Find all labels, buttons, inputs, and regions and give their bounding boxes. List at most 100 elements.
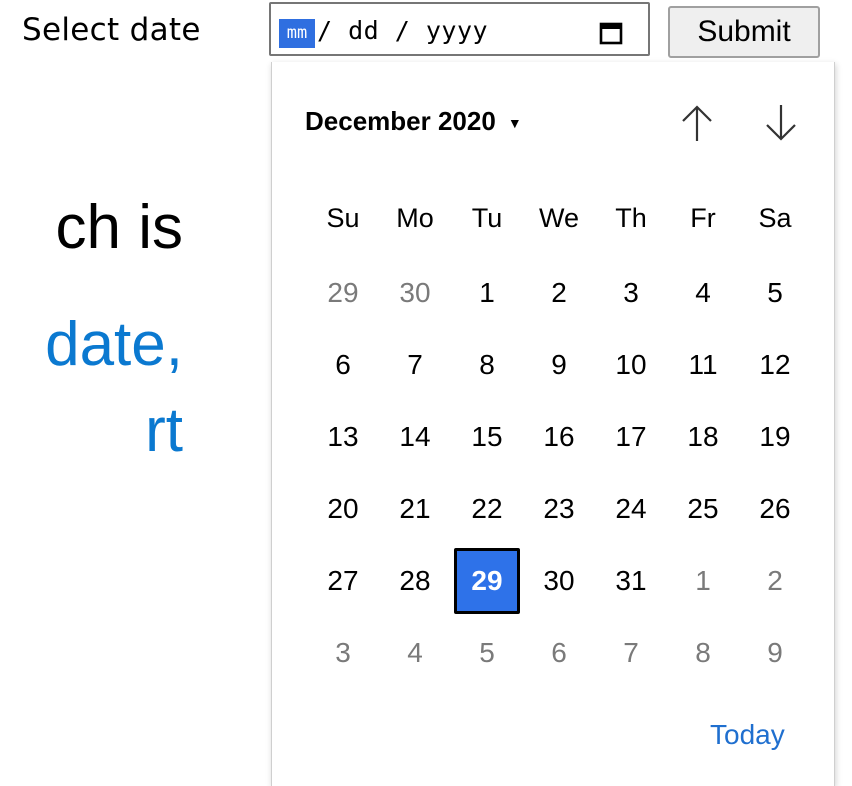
day-year-segments[interactable]: / dd / yyyy [317,16,488,45]
day-number: 16 [543,421,575,452]
day-cell[interactable]: 14 [379,421,451,453]
day-cell[interactable]: 2 [523,277,595,309]
day-cell[interactable]: 3 [307,637,379,669]
day-number: 27 [327,565,359,596]
day-number: 4 [695,277,711,308]
date-input[interactable]: mm / dd / yyyy [269,2,650,56]
day-cell[interactable]: 20 [307,493,379,525]
arrow-up-icon[interactable] [677,101,717,145]
calendar-icon[interactable] [598,20,624,46]
day-cell[interactable]: 11 [667,349,739,381]
day-cell[interactable]: 7 [379,349,451,381]
day-cell[interactable]: 22 [451,493,523,525]
day-cell[interactable]: 17 [595,421,667,453]
caret-down-icon: ▼ [507,114,522,131]
day-number: 20 [327,493,359,524]
day-cell[interactable]: 5 [739,277,811,309]
day-cell[interactable]: 28 [379,565,451,614]
day-number: 21 [399,493,431,524]
day-number: 25 [687,493,719,524]
day-number: 8 [695,637,711,668]
day-cell[interactable]: 25 [667,493,739,525]
month-year-selector[interactable]: December 2020 ▼ [305,106,522,137]
calendar-week-row: 13 14 15 16 17 18 19 [307,421,811,453]
day-number: 9 [551,349,567,380]
weekday-header: Su Mo Tu We Th Fr Sa [307,203,811,234]
day-cell[interactable]: 4 [379,637,451,669]
day-number: 6 [551,637,567,668]
day-number: 14 [399,421,431,452]
day-cell[interactable]: 4 [667,277,739,309]
day-number: 10 [615,349,647,380]
day-cell[interactable]: 27 [307,565,379,614]
day-number: 19 [759,421,791,452]
day-number: 24 [615,493,647,524]
day-number: 5 [767,277,783,308]
weekday-label: Mo [396,203,434,233]
day-cell[interactable]: 9 [523,349,595,381]
selected-day-cell[interactable]: 29 [451,548,523,614]
day-cell[interactable]: 29 [307,277,379,309]
day-number: 30 [543,565,575,596]
today-link[interactable]: Today [710,719,785,751]
weekday-label: Tu [471,203,503,233]
calendar-week-row: 6 7 8 9 10 11 12 [307,349,811,381]
calendar-week-row: 20 21 22 23 24 25 26 [307,493,811,525]
day-number: 15 [471,421,503,452]
background-text-line: ch is [55,193,183,262]
weekday-label: Th [615,203,647,233]
day-cell[interactable]: 26 [739,493,811,525]
day-cell[interactable]: 15 [451,421,523,453]
day-number: 7 [623,637,639,668]
day-cell[interactable]: 13 [307,421,379,453]
month-segment[interactable]: mm [279,19,315,48]
day-cell[interactable]: 1 [667,565,739,614]
day-cell[interactable]: 1 [451,277,523,309]
day-number: 30 [399,277,431,308]
weekday-label: Su [326,203,360,233]
day-number: 1 [695,565,711,596]
day-number: 29 [327,277,359,308]
day-number: 3 [335,637,351,668]
day-number: 26 [759,493,791,524]
day-number: 1 [479,277,495,308]
day-cell[interactable]: 18 [667,421,739,453]
day-number: 9 [767,637,783,668]
day-cell[interactable]: 7 [595,637,667,669]
day-number: 4 [407,637,423,668]
day-cell[interactable]: 2 [739,565,811,614]
weekday-label: Sa [758,203,792,233]
day-number: 22 [471,493,503,524]
day-number: 18 [687,421,719,452]
arrow-down-icon[interactable] [761,101,801,145]
day-cell[interactable]: 10 [595,349,667,381]
day-cell[interactable]: 6 [307,349,379,381]
day-cell[interactable]: 24 [595,493,667,525]
background-link-text-line: date, [45,310,183,379]
day-number: 7 [407,349,423,380]
day-cell[interactable]: 30 [523,565,595,614]
day-number: 2 [767,565,783,596]
day-number: 13 [327,421,359,452]
day-number: 23 [543,493,575,524]
day-cell[interactable]: 9 [739,637,811,669]
day-cell[interactable]: 8 [451,349,523,381]
submit-button[interactable]: Submit [668,6,820,58]
day-cell[interactable]: 12 [739,349,811,381]
day-cell[interactable]: 3 [595,277,667,309]
background-link-text-line: rt [145,396,183,465]
day-cell[interactable]: 31 [595,565,667,614]
day-cell[interactable]: 6 [523,637,595,669]
weekday-label: We [538,203,579,233]
day-number: 8 [479,349,495,380]
day-cell[interactable]: 21 [379,493,451,525]
day-cell[interactable]: 19 [739,421,811,453]
day-cell[interactable]: 8 [667,637,739,669]
day-cell[interactable]: 5 [451,637,523,669]
day-cell[interactable]: 30 [379,277,451,309]
day-number: 2 [551,277,567,308]
calendar-week-row: 29 30 1 2 3 4 5 [307,277,811,309]
day-cell[interactable]: 23 [523,493,595,525]
day-cell[interactable]: 16 [523,421,595,453]
day-number: 17 [615,421,647,452]
